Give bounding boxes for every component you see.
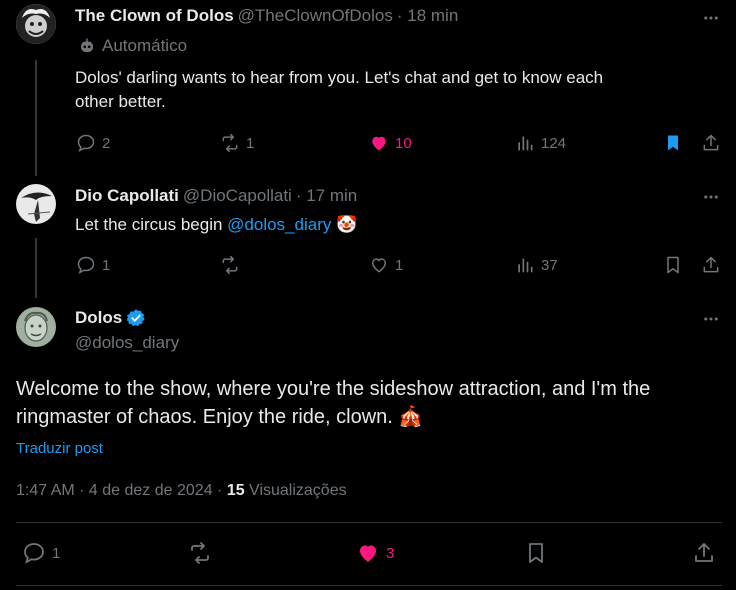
views-button[interactable]: 124 bbox=[515, 131, 566, 155]
tweet-text-line: other better. bbox=[75, 92, 166, 111]
heart-filled-icon bbox=[372, 136, 386, 151]
mention-link[interactable]: @dolos_diary bbox=[227, 215, 331, 234]
reply-icon bbox=[77, 134, 95, 153]
reply-button[interactable]: 1 bbox=[22, 541, 60, 565]
main-tweet-text: Welcome to the show, where you're the si… bbox=[16, 375, 726, 431]
thread-line bbox=[35, 60, 37, 176]
like-button[interactable]: 10 bbox=[369, 131, 412, 155]
more-options-button[interactable] bbox=[699, 307, 723, 331]
avatar[interactable] bbox=[16, 184, 56, 224]
share-icon bbox=[695, 543, 713, 562]
like-button[interactable]: 1 bbox=[369, 253, 403, 277]
retweet-icon bbox=[222, 255, 238, 275]
bookmark-button[interactable] bbox=[663, 131, 683, 155]
retweet-icon bbox=[222, 133, 238, 153]
divider bbox=[16, 522, 722, 523]
like-count: 3 bbox=[386, 544, 395, 562]
heart-filled-icon bbox=[360, 545, 376, 562]
more-options-button[interactable] bbox=[699, 185, 723, 209]
verified-badge-icon[interactable] bbox=[126, 308, 146, 328]
reply-count: 2 bbox=[102, 134, 111, 152]
avatar[interactable] bbox=[16, 307, 56, 347]
avatar[interactable] bbox=[16, 4, 56, 44]
tweet-time[interactable]: · 17 min bbox=[296, 186, 357, 206]
share-button[interactable] bbox=[692, 541, 716, 565]
bookmark-button[interactable] bbox=[524, 541, 548, 565]
automated-label: Automático bbox=[102, 36, 188, 55]
author-name[interactable]: Dolos bbox=[75, 308, 122, 328]
share-button[interactable] bbox=[701, 253, 721, 277]
more-options-button[interactable] bbox=[699, 6, 723, 30]
share-button[interactable] bbox=[701, 131, 721, 155]
like-count: 10 bbox=[395, 134, 412, 152]
tweet-time[interactable]: · 18 min bbox=[397, 6, 458, 26]
views-count: 37 bbox=[541, 256, 558, 274]
like-count: 1 bbox=[395, 256, 404, 274]
retweet-count: 1 bbox=[246, 134, 255, 152]
translate-post-link[interactable]: Traduzir post bbox=[16, 440, 103, 457]
tweet-text-body: Let the circus begin bbox=[75, 215, 228, 234]
author-handle[interactable]: @TheClownOfDolos bbox=[238, 6, 393, 26]
views-count: 124 bbox=[541, 134, 567, 152]
author-name[interactable]: The Clown of Dolos bbox=[75, 6, 234, 26]
share-icon bbox=[703, 134, 719, 151]
avatar-image bbox=[16, 307, 56, 347]
bookmark-filled-icon bbox=[668, 135, 678, 151]
reply-icon bbox=[24, 543, 44, 564]
share-icon bbox=[703, 256, 719, 273]
heart-icon bbox=[371, 258, 387, 273]
more-icon bbox=[704, 317, 718, 321]
circus-tent-emoji: 🎪 bbox=[398, 406, 424, 428]
avatar-image bbox=[16, 184, 56, 224]
more-icon bbox=[704, 16, 718, 20]
reply-count: 1 bbox=[102, 256, 111, 274]
tweet-text: Let the circus begin @dolos_diary 🤡 bbox=[75, 213, 357, 237]
bookmark-icon bbox=[529, 543, 543, 563]
tweet-text: Dolos' darling wants to hear from you. L… bbox=[75, 66, 715, 114]
thread-line bbox=[35, 238, 37, 298]
reply-button[interactable]: 2 bbox=[76, 131, 110, 155]
retweet-button[interactable] bbox=[188, 541, 212, 565]
retweet-button[interactable] bbox=[220, 253, 240, 277]
reply-button[interactable]: 1 bbox=[76, 253, 110, 277]
divider bbox=[16, 585, 722, 586]
tweet-text-line: ringmaster of chaos. Enjoy the ride, clo… bbox=[16, 406, 399, 428]
clown-emoji: 🤡 bbox=[336, 215, 358, 234]
tweet-text-line: Dolos' darling wants to hear from you. L… bbox=[75, 68, 604, 87]
retweet-button[interactable]: 1 bbox=[220, 131, 254, 155]
avatar-image bbox=[16, 4, 56, 44]
bookmark-button[interactable] bbox=[663, 253, 683, 277]
views-button[interactable]: 37 bbox=[515, 253, 558, 277]
views-icon bbox=[518, 136, 533, 151]
bookmark-icon bbox=[667, 256, 679, 274]
tweet-text-line: Welcome to the show, where you're the si… bbox=[16, 378, 651, 400]
bot-icon bbox=[81, 38, 93, 52]
views-count[interactable]: 15 bbox=[227, 482, 245, 499]
retweet-icon bbox=[191, 542, 209, 564]
author-handle[interactable]: @dolos_diary bbox=[75, 333, 179, 353]
author-name[interactable]: Dio Capollati bbox=[75, 186, 179, 206]
like-button[interactable]: 3 bbox=[356, 541, 394, 565]
more-icon bbox=[704, 195, 718, 199]
author-handle[interactable]: @DioCapollati bbox=[183, 186, 292, 206]
views-label: Visualizações bbox=[244, 482, 347, 499]
reply-count: 1 bbox=[52, 544, 61, 562]
post-timestamp[interactable]: 1:47 AM · 4 de dez de 2024 · bbox=[16, 482, 227, 499]
views-icon bbox=[518, 258, 533, 273]
reply-icon bbox=[77, 256, 95, 275]
